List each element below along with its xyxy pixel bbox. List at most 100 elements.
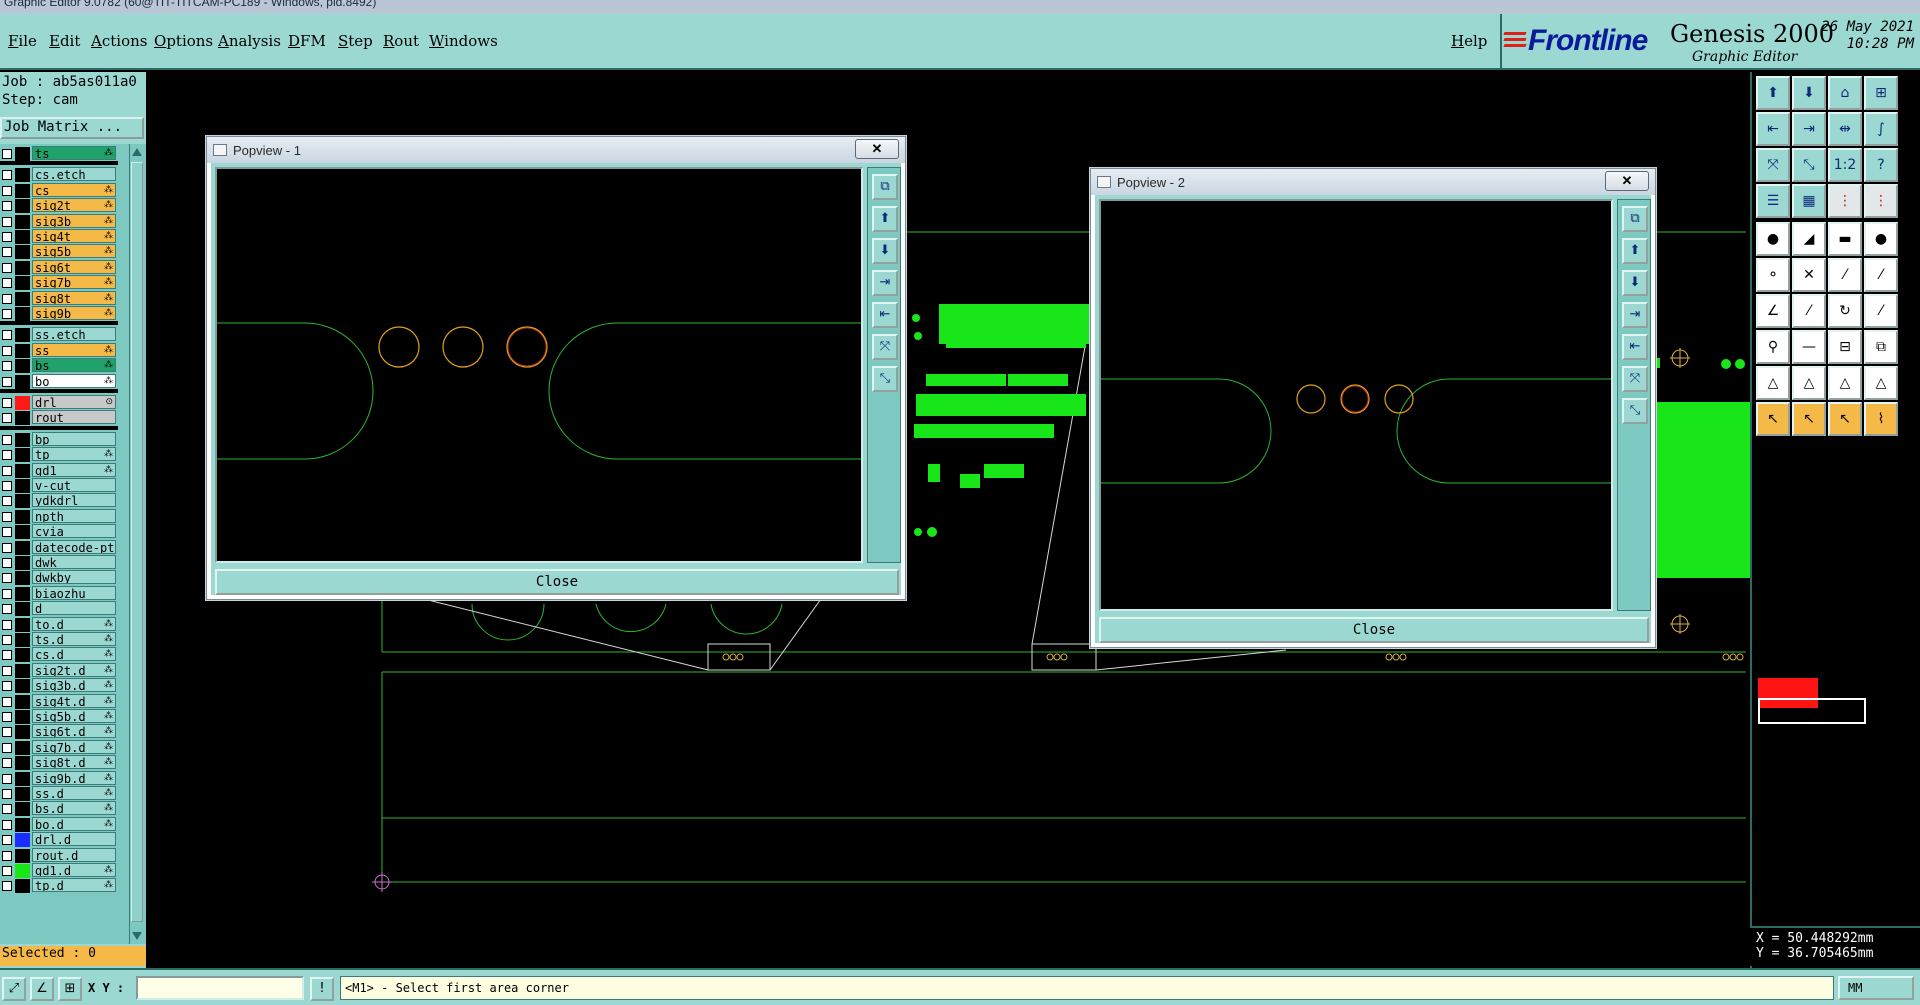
layer-checkbox[interactable]: [2, 681, 12, 692]
layer-row[interactable]: tp.d ⁂: [0, 878, 118, 894]
slash-icon[interactable]: ⁄: [1828, 258, 1862, 292]
layer-name[interactable]: sig4t.d ⁂: [32, 693, 116, 708]
layer-name[interactable]: sig6t ⁂: [32, 259, 116, 274]
layer-name[interactable]: biaozhu: [32, 585, 116, 600]
layer-checkbox[interactable]: [2, 496, 12, 507]
layer-color-swatch[interactable]: [15, 540, 30, 555]
polygon-alt-icon[interactable]: △: [1792, 366, 1826, 400]
layer-name[interactable]: sig6t.d ⁂: [32, 724, 116, 739]
layer-color-swatch[interactable]: [15, 879, 30, 894]
layer-color-swatch[interactable]: [15, 602, 30, 617]
layer-checkbox[interactable]: [2, 573, 12, 584]
layer-color-swatch[interactable]: [15, 740, 30, 755]
layer-scrollbar[interactable]: [129, 144, 144, 944]
layer-color-swatch[interactable]: [15, 817, 30, 832]
menu-edit[interactable]: Edit: [49, 32, 80, 50]
layer-checkbox[interactable]: [2, 450, 12, 461]
layer-row[interactable]: cs.d ⁂: [0, 647, 118, 663]
layer-color-swatch[interactable]: [15, 725, 30, 740]
layer-name[interactable]: ss ⁂: [32, 342, 116, 357]
layer-color-swatch[interactable]: [15, 260, 30, 275]
layer-row[interactable]: bo.d ⁂: [0, 816, 118, 832]
layer-name[interactable]: dwk: [32, 555, 116, 569]
layer-color-swatch[interactable]: [15, 168, 30, 183]
layer-color-swatch[interactable]: [15, 617, 30, 632]
layer-row[interactable]: ts.d ⁂: [0, 632, 118, 647]
layer-checkbox[interactable]: [2, 604, 12, 615]
layer-name[interactable]: sig7b.d ⁂: [32, 739, 116, 754]
zoom-in-icon[interactable]: ⤧: [1756, 148, 1790, 182]
layer-row[interactable]: cs ⁂: [0, 182, 118, 198]
xy-input[interactable]: [136, 976, 304, 1000]
layer-checkbox[interactable]: [2, 481, 12, 491]
layer-checkbox[interactable]: [2, 850, 12, 861]
delete-icon[interactable]: ✕: [1792, 258, 1826, 292]
popview-1-close-button[interactable]: Close: [215, 569, 899, 595]
layer-color-swatch[interactable]: [15, 245, 30, 260]
layer-checkbox[interactable]: [2, 232, 12, 242]
layer-name[interactable]: bs ⁂: [32, 358, 116, 373]
layer-name[interactable]: sig4t ⁂: [32, 229, 116, 243]
layer-row[interactable]: sig3b ⁂: [0, 213, 118, 229]
layer-color-swatch[interactable]: [15, 848, 30, 863]
layer-checkbox[interactable]: [2, 819, 12, 830]
layer-color-swatch[interactable]: [15, 509, 30, 524]
layer-checkbox[interactable]: [2, 170, 12, 181]
layer-checkbox[interactable]: [2, 278, 12, 289]
layer-color-swatch[interactable]: [15, 556, 30, 570]
layer-checkbox[interactable]: [2, 696, 12, 707]
layer-name[interactable]: sig2t.d ⁂: [32, 662, 116, 677]
layer-checkbox[interactable]: [2, 413, 12, 424]
layer-checkbox[interactable]: [2, 619, 12, 630]
layer-row[interactable]: drl ⊙: [0, 395, 118, 410]
layer-checkbox[interactable]: [2, 712, 12, 722]
layer-name[interactable]: to.d ⁂: [32, 616, 116, 631]
zoom-out-icon[interactable]: ⤡: [1792, 148, 1826, 182]
layer-color-swatch[interactable]: [15, 396, 30, 410]
popview-2-titlebar[interactable]: Popview - 2 ✕: [1091, 169, 1655, 195]
menu-rout[interactable]: Rout: [383, 32, 419, 50]
layer-row[interactable]: sig7b.d ⁂: [0, 739, 118, 755]
diagonal-icon[interactable]: ⁄: [1792, 294, 1826, 328]
layer-color-swatch[interactable]: [15, 359, 30, 374]
layer-checkbox[interactable]: [2, 773, 12, 784]
probe-icon[interactable]: ⚲: [1756, 330, 1790, 364]
layer-color-swatch[interactable]: [15, 463, 30, 478]
layer-checkbox[interactable]: [2, 835, 12, 846]
menu-actions[interactable]: Actions: [91, 32, 147, 50]
layer-color-swatch[interactable]: [15, 374, 30, 389]
layer-row[interactable]: npth: [0, 508, 118, 524]
select-alt-icon[interactable]: ↖: [1792, 402, 1826, 436]
layer-name[interactable]: gd1 ⁂: [32, 462, 116, 477]
layer-checkbox[interactable]: [2, 558, 12, 568]
layer-color-swatch[interactable]: [15, 679, 30, 694]
popview2-tool-icon[interactable]: ⇤: [1622, 334, 1648, 360]
layer-checkbox[interactable]: [2, 309, 12, 319]
layer-row[interactable]: sig4t.d ⁂: [0, 693, 118, 709]
layer-name[interactable]: sig8t ⁂: [32, 290, 116, 305]
settings-icon[interactable]: ☰: [1756, 184, 1790, 218]
rotate-icon[interactable]: ↻: [1828, 294, 1862, 328]
layer-row[interactable]: gd1.d ⁂: [0, 863, 118, 878]
route-icon[interactable]: ⌇: [1864, 402, 1898, 436]
layer-row[interactable]: sig9b ⁂: [0, 306, 118, 321]
layer-name[interactable]: ts.d ⁂: [32, 632, 116, 646]
zoom-home-icon[interactable]: ⬆: [1756, 76, 1790, 110]
scale-icon[interactable]: 1:2: [1828, 148, 1862, 182]
popview1-tool-icon[interactable]: ⬆: [872, 206, 898, 232]
layer-row[interactable]: bs.d ⁂: [0, 801, 118, 817]
layer-color-swatch[interactable]: [15, 586, 30, 601]
layer-checkbox[interactable]: [2, 527, 12, 538]
layer-name[interactable]: ts ⁂: [32, 146, 116, 160]
layer-color-swatch[interactable]: [15, 648, 30, 663]
layer-name[interactable]: bs.d ⁂: [32, 801, 116, 816]
layer-name[interactable]: sig9b ⁂: [32, 306, 116, 320]
layer-name[interactable]: sig5b ⁂: [32, 244, 116, 259]
layer-name[interactable]: bo.d ⁂: [32, 816, 116, 831]
layer-color-swatch[interactable]: [15, 147, 30, 161]
layer-color-swatch[interactable]: [15, 787, 30, 801]
layer-checkbox[interactable]: [2, 511, 12, 522]
layer-checkbox[interactable]: [2, 434, 12, 445]
line-icon[interactable]: ▬: [1828, 222, 1862, 256]
popview2-tool-icon[interactable]: ⬆: [1622, 238, 1648, 264]
